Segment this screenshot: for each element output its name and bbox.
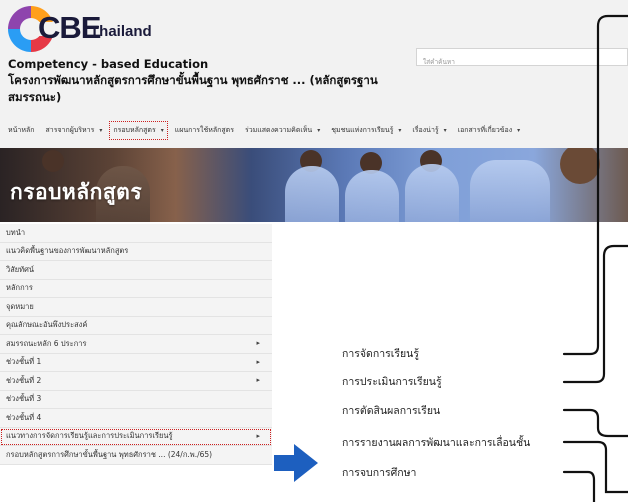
chevron-down-icon: ▾ xyxy=(517,126,521,134)
chevron-down-icon: ▾ xyxy=(443,126,447,134)
sidebar-item-label: ช่วงชั้นที่ 1 xyxy=(6,357,42,367)
sidebar-item-label: แนวคิดพื้นฐานของการพัฒนาหลักสูตร xyxy=(6,246,129,256)
sidebar-item-label: สมรรถนะหลัก 6 ประการ xyxy=(6,338,87,348)
sidebar-item-label: หลักการ xyxy=(6,283,33,293)
sidebar-item-label: บทนำ xyxy=(6,227,26,237)
bracket-line-2 xyxy=(562,244,628,384)
sidebar-item-label: จุดหมาย xyxy=(6,301,34,311)
submenu-item-4[interactable]: การรายงานผลการพัฒนาและการเลื่อนชั้น xyxy=(330,431,564,454)
hero-banner: กรอบหลักสูตร xyxy=(0,148,628,222)
submenu-item-3[interactable]: การตัดสินผลการเรียน xyxy=(330,399,564,422)
nav-item-6[interactable]: ชุมชนแห่งการเรียนรู้ ▾ xyxy=(331,125,401,136)
nav-item-label: หน้าหลัก xyxy=(8,125,35,134)
nav-item-2[interactable]: สารจากผู้บริหาร ▾ xyxy=(45,125,102,136)
nav-item-label: เอกสารที่เกี่ยวข้อง xyxy=(457,125,513,134)
sidebar-item-label: ช่วงชั้นที่ 2 xyxy=(6,375,42,385)
site-header: CBE Thailand Competency - based Educatio… xyxy=(0,0,628,148)
nav-item-label: ร่วมแสดงความคิดเห็น xyxy=(244,125,313,134)
chevron-right-icon: ▸ xyxy=(256,431,260,440)
nav-item-5[interactable]: ร่วมแสดงความคิดเห็น ▾ xyxy=(245,125,320,136)
sidebar-item-8[interactable]: ช่วงชั้นที่ 1 ▸ xyxy=(0,353,272,372)
nav-item-4[interactable]: แผนการใช้หลักสูตร xyxy=(175,125,234,136)
submenu-item-1[interactable]: การจัดการเรียนรู้ xyxy=(330,342,564,365)
site-title: โครงการพัฒนาหลักสูตรการศึกษาขั้นพื้นฐาน … xyxy=(8,73,378,104)
bracket-line-5 xyxy=(562,470,596,502)
chevron-down-icon: ▾ xyxy=(317,126,321,134)
nav-item-label: สารจากผู้บริหาร xyxy=(45,125,95,134)
sidebar-item-9[interactable]: ช่วงชั้นที่ 2 ▸ xyxy=(0,372,272,391)
chevron-right-icon: ▸ xyxy=(256,376,260,384)
cbe-logo[interactable]: CBE Thailand xyxy=(8,6,158,52)
sidebar-item-label: คุณลักษณะอันพึงประสงค์ xyxy=(6,320,88,330)
banner-photo-person xyxy=(42,150,64,172)
nav-item-3[interactable]: กรอบหลักสูตร ▾ xyxy=(109,120,168,140)
sidebar-item-1[interactable]: บทนำ xyxy=(0,224,272,243)
page: CBE Thailand Competency - based Educatio… xyxy=(0,0,628,502)
arrow-right-icon xyxy=(274,444,318,482)
nav-item-7[interactable]: เรื่องน่ารู้ ▾ xyxy=(412,125,446,136)
sidebar-menu: บทนำแนวคิดพื้นฐานของการพัฒนาหลักสูตรวิสั… xyxy=(0,224,272,465)
chevron-down-icon: ▾ xyxy=(99,126,103,134)
sidebar-item-label: ช่วงชั้นที่ 3 xyxy=(6,394,42,404)
sidebar-item-label: วิสัยทัศน์ xyxy=(6,264,35,274)
chevron-right-icon: ▸ xyxy=(256,357,260,366)
search-input[interactable] xyxy=(417,54,627,70)
sidebar-item-2[interactable]: แนวคิดพื้นฐานของการพัฒนาหลักสูตร xyxy=(0,242,272,261)
nav-item-label: กรอบหลักสูตร xyxy=(113,125,156,134)
logo-country: Thailand xyxy=(90,23,152,40)
nav-item-8[interactable]: เอกสารที่เกี่ยวข้อง ▾ xyxy=(458,125,521,136)
search-box[interactable] xyxy=(416,48,628,70)
nav-item-label: ชุมชนแห่งการเรียนรู้ xyxy=(331,125,394,134)
sidebar-item-label: ช่วงชั้นที่ 4 xyxy=(6,412,42,422)
chevron-right-icon: ▸ xyxy=(256,339,260,347)
sidebar-item-13[interactable]: กรอบหลักสูตรการศึกษาขั้นพื้นฐาน พุทธศักร… xyxy=(0,446,272,465)
sidebar-item-10[interactable]: ช่วงชั้นที่ 3 xyxy=(0,390,272,409)
submenu-item-2[interactable]: การประเมินการเรียนรู้ xyxy=(330,370,564,393)
bracket-line-4 xyxy=(562,440,628,494)
sidebar-item-label: กรอบหลักสูตรการศึกษาขั้นพื้นฐาน พุทธศักร… xyxy=(6,449,213,459)
sidebar-item-6[interactable]: คุณลักษณะอันพึงประสงค์ xyxy=(0,316,272,335)
nav-item-label: แผนการใช้หลักสูตร xyxy=(174,125,234,134)
main-nav: หน้าหลัก สารจากผู้บริหาร ▾ กรอบหลักสูตร ▾ แผน… xyxy=(8,120,628,140)
banner-title: กรอบหลักสูตร xyxy=(10,180,143,204)
nav-item-label: เรื่องน่ารู้ xyxy=(412,125,439,134)
submenu-item-5[interactable]: การจบการศึกษา xyxy=(330,461,564,484)
sidebar-item-4[interactable]: หลักการ xyxy=(0,279,272,298)
sidebar-item-11[interactable]: ช่วงชั้นที่ 4 xyxy=(0,409,272,428)
sidebar-item-12[interactable]: แนวทางการจัดการเรียนรู้และการประเมินการเ… xyxy=(0,427,272,446)
chevron-down-icon: ▾ xyxy=(398,126,402,134)
sidebar-item-5[interactable]: จุดหมาย xyxy=(0,298,272,317)
sidebar-item-7[interactable]: สมรรถนะหลัก 6 ประการ ▸ xyxy=(0,335,272,354)
nav-item-1[interactable]: หน้าหลัก xyxy=(8,125,34,136)
site-subtitle: Competency - based Education xyxy=(8,57,209,71)
bracket-line-3 xyxy=(562,408,628,438)
sidebar-item-label: แนวทางการจัดการเรียนรู้และการประเมินการเ… xyxy=(6,431,173,441)
sidebar-item-3[interactable]: วิสัยทัศน์ xyxy=(0,261,272,280)
chevron-down-icon: ▾ xyxy=(160,126,164,134)
